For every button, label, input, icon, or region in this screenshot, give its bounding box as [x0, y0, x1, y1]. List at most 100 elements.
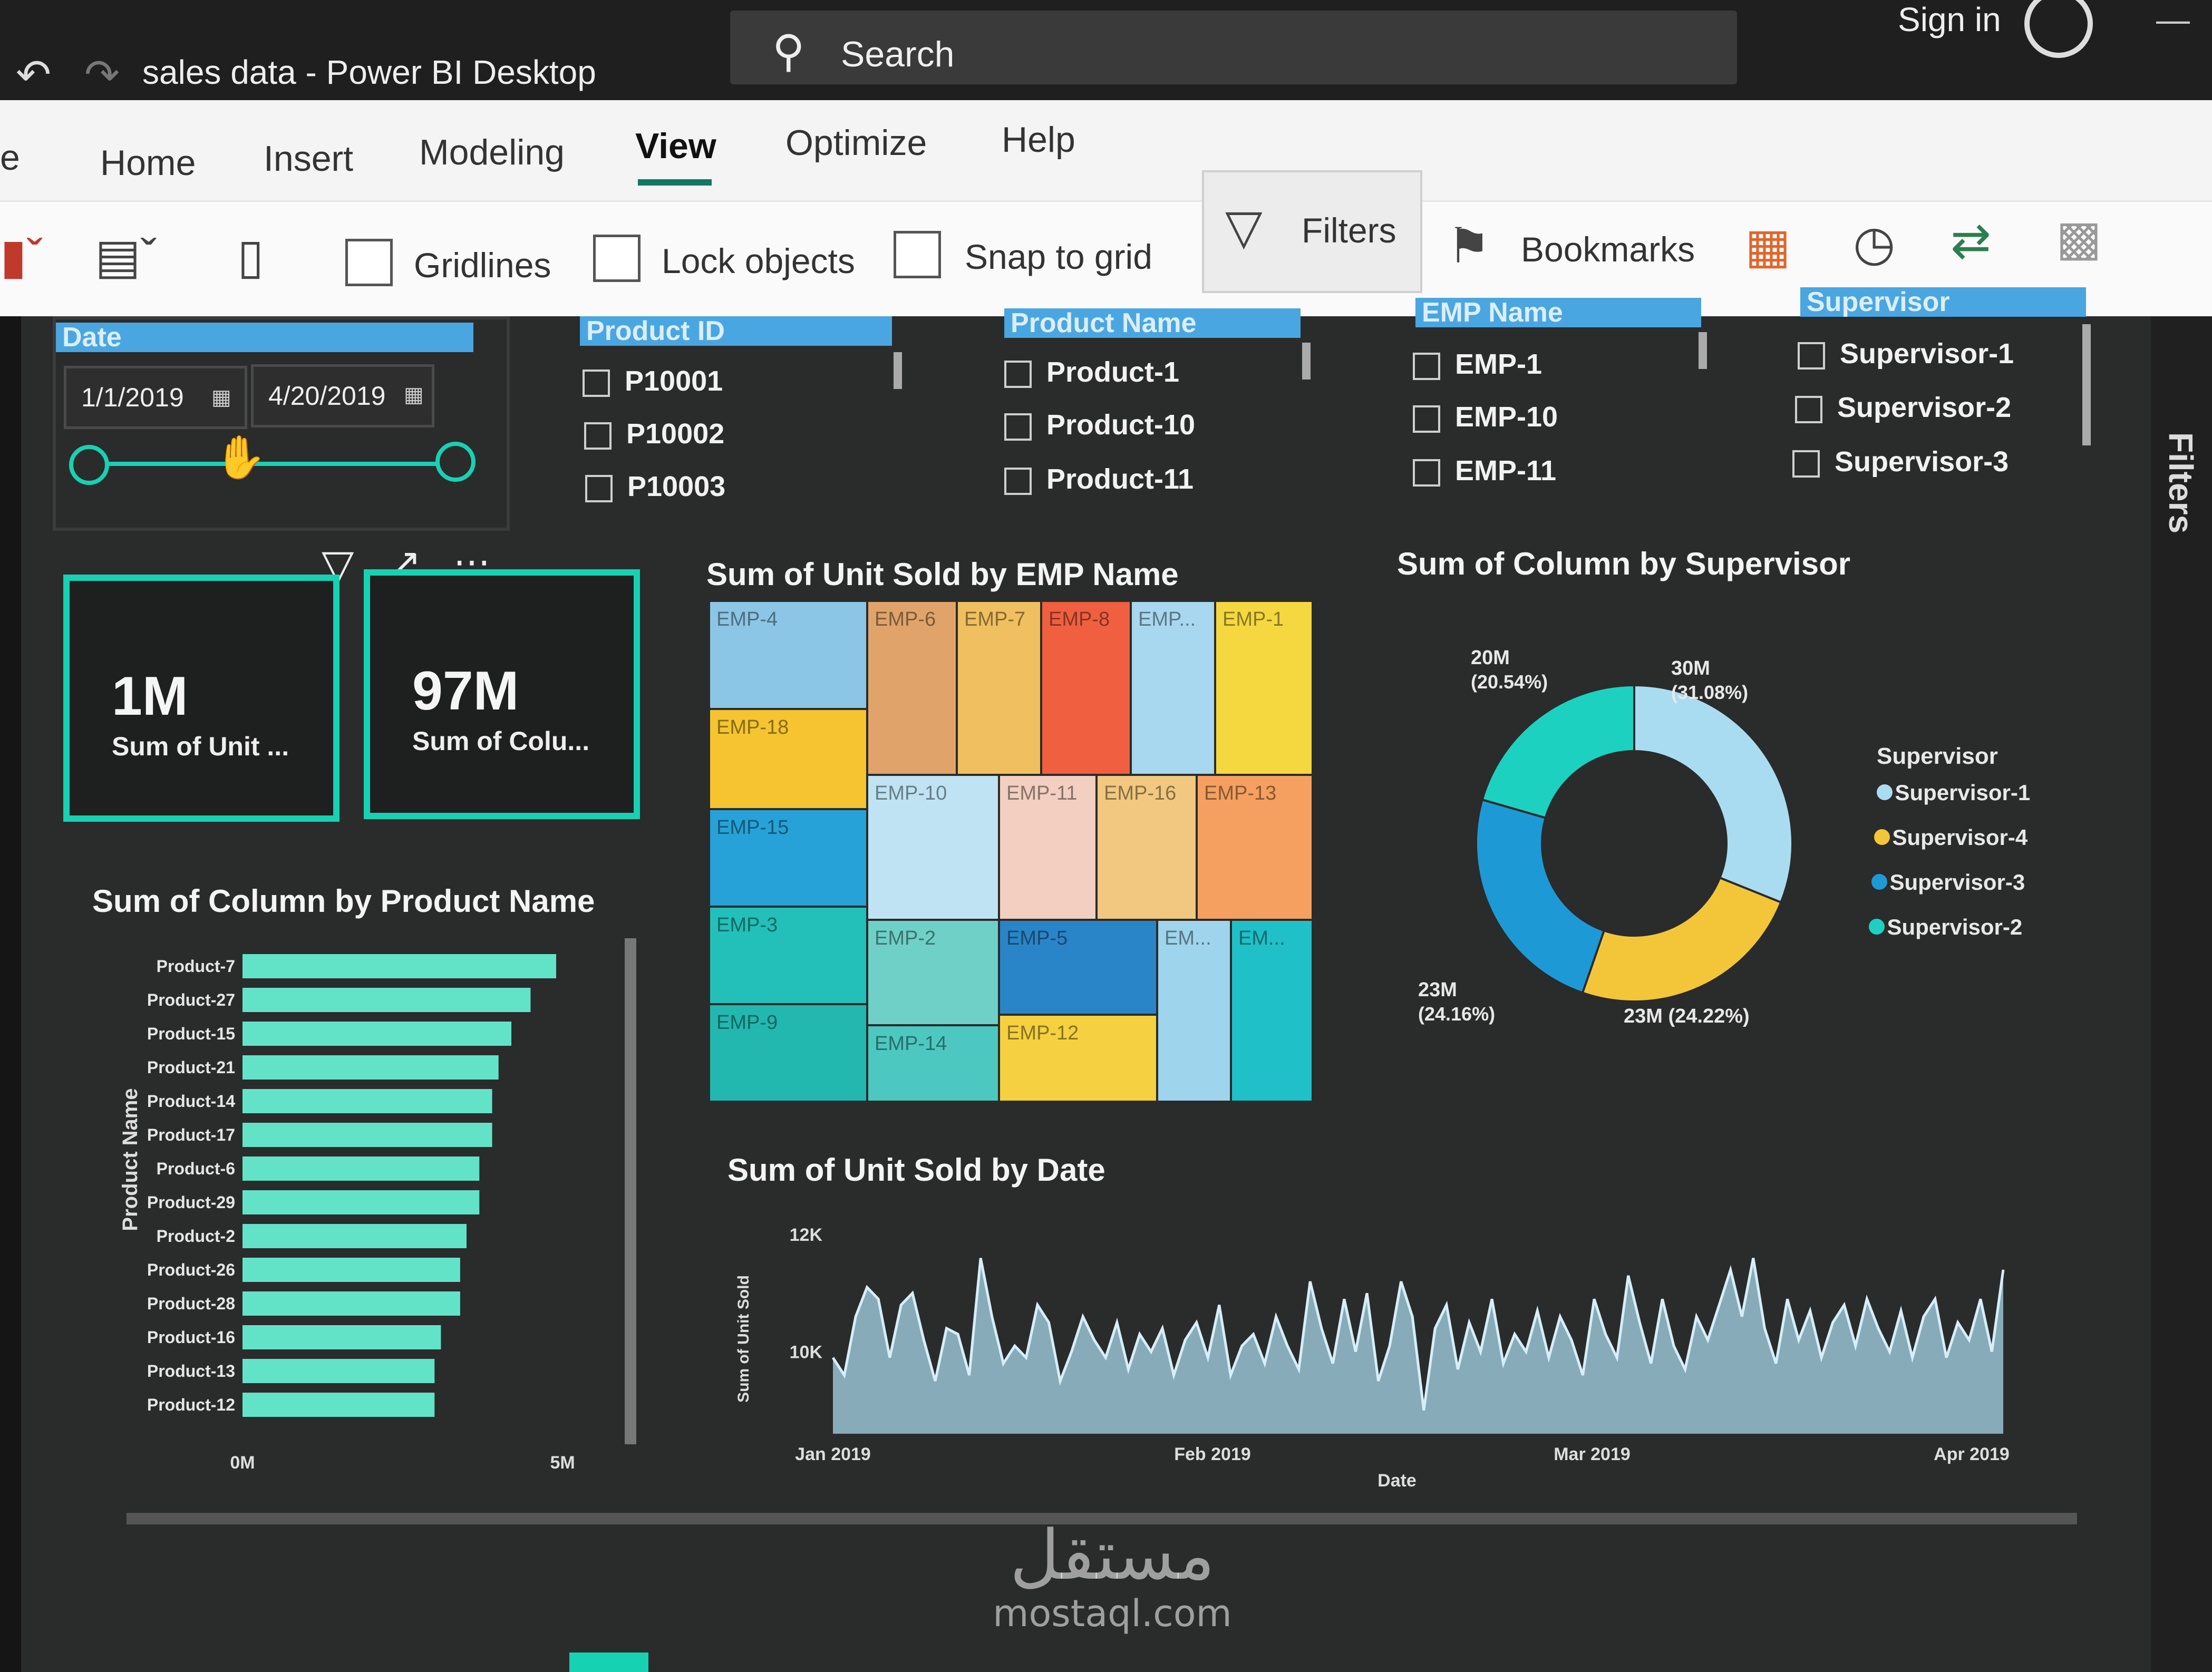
treemap-tile[interactable]: EMP... [1131, 601, 1215, 775]
bookmarks-label[interactable]: Bookmarks [1521, 229, 1695, 269]
treemap-tile[interactable]: EMP-7 [957, 601, 1041, 775]
tab-help[interactable]: Help [1002, 119, 1075, 160]
legend-item[interactable]: Supervisor-4 [1874, 825, 2027, 850]
slicer-item[interactable]: Supervisor-2 [1795, 391, 2011, 424]
treemap-tile[interactable]: EMP-12 [999, 1015, 1157, 1102]
slicer-item[interactable]: EMP-10 [1413, 401, 1558, 433]
slicer-scrollbar[interactable] [2082, 324, 2091, 445]
bookmark-icon[interactable]: ⚑ [1447, 218, 1490, 274]
legend-item[interactable]: Supervisor-2 [1869, 915, 2022, 940]
treemap-tile[interactable]: EMP-15 [709, 809, 867, 907]
checkbox[interactable] [583, 369, 610, 397]
treemap-tile[interactable]: EMP-10 [867, 775, 999, 920]
bar[interactable] [242, 1258, 460, 1282]
bar-chart-scrollbar[interactable] [625, 938, 636, 1444]
checkbox[interactable] [1004, 413, 1032, 441]
checkbox[interactable] [1004, 467, 1032, 495]
slicer-scrollbar[interactable] [1699, 332, 1707, 369]
treemap-tile[interactable]: EMP-2 [867, 920, 999, 1025]
emp-treemap[interactable]: EMP-4 EMP-6 EMP-7 EMP-8 EMP... EMP-1 EMP-18 EMP… [709, 601, 1313, 1102]
range-start-handle[interactable] [69, 445, 109, 485]
minimize-icon[interactable]: — [2156, 0, 2190, 39]
slicer-item[interactable]: P10003 [585, 470, 725, 503]
column-sum-card[interactable]: 97M Sum of Colu... [364, 569, 640, 819]
field-parameters-icon[interactable]: ▩ [2056, 210, 2102, 266]
page-tab-indicator[interactable] [569, 1652, 648, 1672]
donut-slice[interactable] [1581, 876, 1782, 1003]
checkbox[interactable] [1004, 360, 1032, 388]
product-bar-chart[interactable]: Product-7 Product-27 Product-15 Product-21 P… [105, 938, 685, 1476]
redo-icon[interactable]: ↷ [84, 50, 120, 99]
bar[interactable] [242, 1156, 480, 1181]
bar[interactable] [242, 1089, 492, 1113]
page-view-icon[interactable]: ▤ˇ [95, 228, 157, 285]
slicer-item[interactable]: Supervisor-3 [1792, 445, 2009, 478]
donut-slice[interactable] [1633, 684, 1793, 904]
checkbox[interactable] [1413, 405, 1440, 433]
treemap-tile[interactable]: EM... [1231, 920, 1313, 1102]
treemap-tile[interactable]: EMP-11 [999, 775, 1097, 920]
bar[interactable] [242, 1190, 480, 1214]
bar[interactable] [242, 1123, 492, 1147]
area-series[interactable] [833, 1258, 2003, 1434]
bar[interactable] [242, 1291, 460, 1316]
treemap-tile[interactable]: EMP-13 [1197, 775, 1313, 920]
unit-sold-card[interactable]: 1M Sum of Unit ... [63, 575, 339, 822]
bar[interactable] [242, 954, 556, 978]
slicer-item[interactable]: EMP-11 [1413, 454, 1556, 487]
lock-objects-checkbox[interactable] [593, 235, 641, 282]
undo-icon[interactable]: ↶ [16, 50, 51, 99]
selection-icon[interactable]: ▦ [1745, 218, 1791, 274]
tab-file[interactable]: e [0, 137, 20, 178]
treemap-tile[interactable]: EMP-14 [867, 1025, 999, 1102]
treemap-tile[interactable]: EMP-1 [1215, 601, 1313, 775]
bar[interactable] [242, 1022, 511, 1046]
legend-item[interactable]: Supervisor-3 [1871, 870, 2025, 895]
supervisor-donut-chart[interactable]: 30M (31.08%) 23M (24.22%) 23M(24.16%) 20M(20… [1397, 633, 1871, 1054]
bar[interactable] [242, 1055, 499, 1080]
treemap-tile[interactable]: EMP-8 [1041, 601, 1131, 775]
donut-slice[interactable] [1475, 798, 1606, 995]
snap-to-grid-checkbox[interactable] [894, 231, 941, 278]
slicer-item[interactable]: Product-11 [1004, 463, 1194, 495]
checkbox[interactable] [1795, 395, 1822, 423]
performance-analyzer-icon[interactable]: ◷ [1853, 215, 1895, 271]
bar[interactable] [242, 1393, 435, 1417]
avatar[interactable] [2024, 0, 2093, 58]
slicer-scrollbar[interactable] [1302, 343, 1311, 380]
calendar-icon[interactable]: ▦ [211, 385, 231, 410]
treemap-tile[interactable]: EMP-5 [999, 920, 1157, 1015]
checkbox[interactable] [584, 422, 612, 450]
checkbox[interactable] [1792, 450, 1820, 478]
checkbox[interactable] [1413, 352, 1440, 380]
tab-home[interactable]: Home [100, 142, 196, 183]
theme-icon[interactable]: ▮ˇ [0, 228, 43, 285]
treemap-tile[interactable]: EMP-3 [709, 907, 867, 1004]
slicer-item[interactable]: Product-10 [1004, 409, 1195, 441]
slicer-scrollbar[interactable] [894, 352, 902, 389]
gridlines-checkbox[interactable] [345, 239, 393, 286]
tab-view[interactable]: View [635, 125, 716, 167]
legend-item[interactable]: Supervisor-1 [1877, 780, 2030, 805]
filters-pane-collapsed[interactable]: Filters [2151, 316, 2212, 1672]
slicer-item[interactable]: Supervisor-1 [1798, 337, 2014, 370]
tab-insert[interactable]: Insert [264, 138, 353, 179]
bar[interactable] [242, 1359, 435, 1383]
treemap-tile[interactable]: EMP-9 [709, 1004, 867, 1102]
treemap-tile[interactable]: EMP-16 [1097, 775, 1197, 920]
search-box[interactable]: ⚲ Search [730, 11, 1737, 84]
treemap-tile[interactable]: EMP-4 [709, 601, 867, 709]
bar[interactable] [242, 988, 531, 1012]
slicer-item[interactable]: Product-1 [1004, 356, 1179, 388]
calendar-icon[interactable]: ▦ [404, 383, 424, 407]
sync-slicers-icon[interactable]: ⇄ [1951, 212, 1991, 269]
tab-optimize[interactable]: Optimize [785, 122, 927, 163]
slicer-item[interactable]: P10001 [583, 365, 723, 397]
range-end-handle[interactable] [435, 442, 476, 482]
checkbox[interactable] [1413, 459, 1440, 487]
donut-slice[interactable] [1481, 684, 1635, 820]
filters-button[interactable]: ▽ Filters [1202, 170, 1422, 293]
unit-sold-by-date-chart[interactable]: 12K 10K Jan 2019 Feb 2019 Mar 2019 Apr 2019 Da… [727, 1191, 2077, 1497]
bar[interactable] [242, 1224, 467, 1248]
treemap-tile[interactable]: EM... [1157, 920, 1231, 1102]
